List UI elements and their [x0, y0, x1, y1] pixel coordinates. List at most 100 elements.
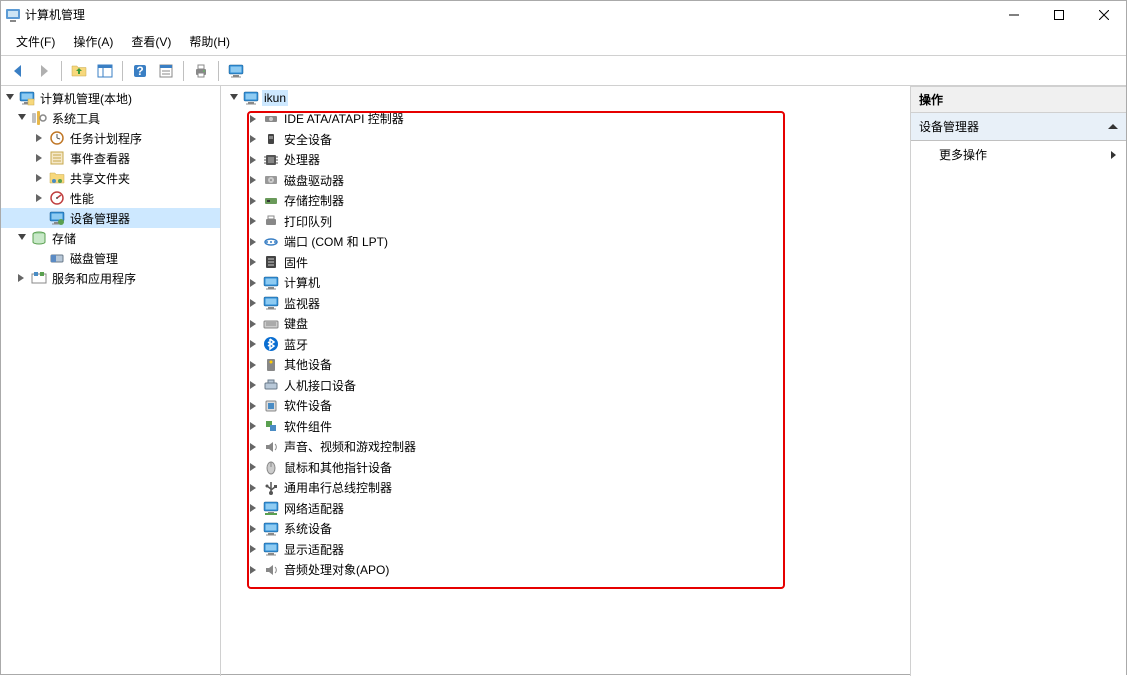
expand-icon[interactable] [247, 173, 261, 187]
device-category-ports[interactable]: 端口 (COM 和 LPT) [221, 232, 910, 253]
device-category-ide[interactable]: IDE ATA/ATAPI 控制器 [221, 109, 910, 130]
device-category-monitor[interactable]: 监视器 [221, 293, 910, 314]
device-category-sound[interactable]: 声音、视频和游戏控制器 [221, 437, 910, 458]
expand-icon[interactable] [247, 194, 261, 208]
expand-icon[interactable] [247, 235, 261, 249]
tree-performance[interactable]: 性能 [1, 188, 220, 208]
device-category-label: 人机接口设备 [282, 376, 358, 395]
expand-icon[interactable] [15, 271, 29, 285]
storage-icon [30, 230, 47, 246]
more-actions-item[interactable]: 更多操作 [911, 141, 1126, 168]
device-category-display[interactable]: 显示适配器 [221, 539, 910, 560]
expand-icon[interactable] [33, 191, 47, 205]
tree-shared-folders[interactable]: 共享文件夹 [1, 168, 220, 188]
scan-hardware-button[interactable] [224, 59, 248, 83]
menu-view[interactable]: 查看(V) [122, 29, 180, 54]
collapse-icon[interactable] [15, 231, 29, 245]
menu-file[interactable]: 文件(F) [7, 29, 64, 54]
expand-icon[interactable] [247, 358, 261, 372]
show-hide-tree-button[interactable] [93, 59, 117, 83]
device-category-keyboard[interactable]: 键盘 [221, 314, 910, 335]
tree-system-tools[interactable]: 系统工具 [1, 108, 220, 128]
device-category-bluetooth[interactable]: 蓝牙 [221, 334, 910, 355]
expand-icon[interactable] [247, 255, 261, 269]
expand-icon[interactable] [247, 276, 261, 290]
device-root[interactable]: ikun [221, 88, 910, 109]
mouse-icon [262, 459, 279, 475]
expand-icon[interactable] [33, 151, 47, 165]
back-button[interactable] [6, 59, 30, 83]
help-button[interactable]: ? [128, 59, 152, 83]
expand-icon[interactable] [247, 378, 261, 392]
device-category-apo[interactable]: 音频处理对象(APO) [221, 560, 910, 581]
close-button[interactable] [1081, 1, 1126, 28]
expand-icon[interactable] [247, 399, 261, 413]
device-category-processor[interactable]: 处理器 [221, 150, 910, 171]
device-category-software-components[interactable]: 软件组件 [221, 416, 910, 437]
disk-mgmt-icon [48, 250, 65, 266]
expand-icon[interactable] [247, 132, 261, 146]
device-category-usb[interactable]: 通用串行总线控制器 [221, 478, 910, 499]
properties-button[interactable] [154, 59, 178, 83]
expand-icon[interactable] [33, 171, 47, 185]
device-category-hid[interactable]: 人机接口设备 [221, 375, 910, 396]
expand-icon[interactable] [247, 460, 261, 474]
tree-label: 服务和应用程序 [50, 269, 138, 288]
device-category-label: 其他设备 [282, 355, 334, 374]
device-category-computer[interactable]: 计算机 [221, 273, 910, 294]
performance-icon [48, 190, 65, 206]
expand-icon[interactable] [247, 501, 261, 515]
expand-icon[interactable] [247, 337, 261, 351]
expand-icon[interactable] [247, 563, 261, 577]
device-category-label: 固件 [282, 253, 310, 272]
device-category-label: 软件组件 [282, 417, 334, 436]
computer-name: ikun [262, 90, 288, 106]
print-button[interactable] [189, 59, 213, 83]
device-category-other[interactable]: 其他设备 [221, 355, 910, 376]
monitor-icon [262, 295, 279, 311]
expand-icon[interactable] [247, 481, 261, 495]
menu-action[interactable]: 操作(A) [64, 29, 122, 54]
security-icon [262, 131, 279, 147]
expand-icon[interactable] [33, 131, 47, 145]
expand-icon[interactable] [247, 522, 261, 536]
menu-help[interactable]: 帮助(H) [180, 29, 239, 54]
system-tools-icon [30, 110, 47, 126]
tree-storage[interactable]: 存储 [1, 228, 220, 248]
tree-disk-management[interactable]: 磁盘管理 [1, 248, 220, 268]
device-category-disk-drive[interactable]: 磁盘驱动器 [221, 170, 910, 191]
device-category-firmware[interactable]: 固件 [221, 252, 910, 273]
device-category-security[interactable]: 安全设备 [221, 129, 910, 150]
expand-icon[interactable] [247, 440, 261, 454]
collapse-icon[interactable] [15, 111, 29, 125]
device-category-network[interactable]: 网络适配器 [221, 498, 910, 519]
device-category-system-devices[interactable]: 系统设备 [221, 519, 910, 540]
expand-icon[interactable] [247, 214, 261, 228]
tree-task-scheduler[interactable]: 任务计划程序 [1, 128, 220, 148]
up-level-button[interactable] [67, 59, 91, 83]
expand-icon[interactable] [247, 419, 261, 433]
tree-device-manager[interactable]: 设备管理器 [1, 208, 220, 228]
tree-services-apps[interactable]: 服务和应用程序 [1, 268, 220, 288]
device-category-mouse[interactable]: 鼠标和其他指针设备 [221, 457, 910, 478]
software-devices-icon [262, 398, 279, 414]
collapse-icon[interactable] [3, 91, 17, 105]
collapse-icon[interactable] [227, 91, 241, 105]
device-category-storage-ctrl[interactable]: 存储控制器 [221, 191, 910, 212]
tree-event-viewer[interactable]: 事件查看器 [1, 148, 220, 168]
expand-icon[interactable] [247, 153, 261, 167]
expand-icon[interactable] [247, 296, 261, 310]
device-category-label: IDE ATA/ATAPI 控制器 [282, 109, 406, 128]
expand-icon[interactable] [247, 112, 261, 126]
expand-icon[interactable] [247, 542, 261, 556]
minimize-button[interactable] [991, 1, 1036, 28]
device-category-software-devices[interactable]: 软件设备 [221, 396, 910, 417]
bluetooth-icon [262, 336, 279, 352]
device-category-label: 显示适配器 [282, 540, 346, 559]
maximize-button[interactable] [1036, 1, 1081, 28]
actions-section-header[interactable]: 设备管理器 [911, 113, 1126, 141]
tree-root[interactable]: 计算机管理(本地) [1, 88, 220, 108]
device-category-print-queue[interactable]: 打印队列 [221, 211, 910, 232]
expand-icon[interactable] [247, 317, 261, 331]
forward-button[interactable] [32, 59, 56, 83]
